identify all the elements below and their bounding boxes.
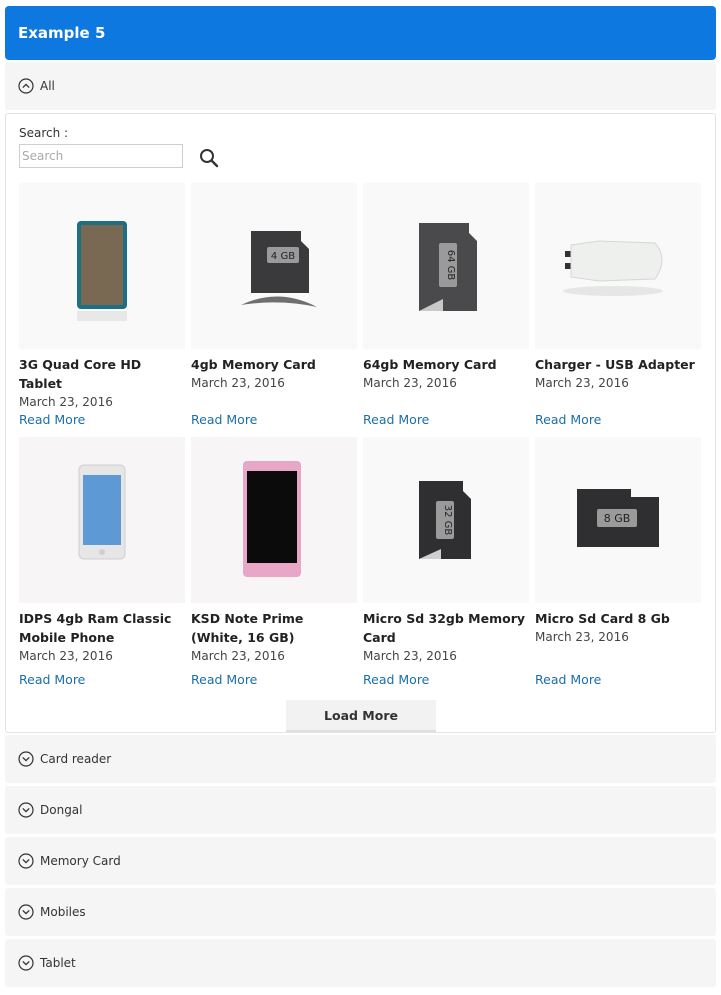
product-title[interactable]: Micro Sd 32gb Memory Card	[363, 609, 529, 647]
search-icon[interactable]	[198, 147, 220, 169]
chevron-down-icon	[18, 955, 34, 971]
product-image-ksd-phone[interactable]	[191, 437, 357, 603]
read-more-link[interactable]: Read More	[363, 412, 429, 427]
product-title[interactable]: 4gb Memory Card	[191, 355, 357, 374]
product-image-4gb-card[interactable]: 4 GB	[191, 183, 357, 349]
accordion-label: Card reader	[40, 752, 112, 766]
product-date: March 23, 2016	[19, 395, 113, 409]
product-card: IDPS 4gb Ram Classic Mobile Phone March …	[19, 437, 185, 687]
product-image-8gb-card[interactable]: 8 GB	[535, 437, 701, 603]
product-card: 8 GB Micro Sd Card 8 Gb March 23, 2016 R…	[535, 437, 701, 687]
page-header: Example 5	[5, 6, 716, 60]
accordion-all[interactable]: All	[5, 62, 716, 110]
read-more-link[interactable]: Read More	[19, 672, 85, 687]
chevron-down-icon	[18, 802, 34, 818]
accordion-card-reader[interactable]: Card reader	[5, 735, 716, 783]
read-more-link[interactable]: Read More	[191, 412, 257, 427]
accordion-label: Dongal	[40, 803, 83, 817]
accordion-tablet[interactable]: Tablet	[5, 939, 716, 987]
chevron-down-icon	[18, 904, 34, 920]
read-more-link[interactable]: Read More	[535, 412, 601, 427]
product-title[interactable]: KSD Note Prime (White, 16 GB)	[191, 609, 357, 647]
chevron-down-icon	[18, 751, 34, 767]
card-label: 4 GB	[271, 251, 295, 262]
accordion-label: Tablet	[40, 956, 76, 970]
product-title[interactable]: 64gb Memory Card	[363, 355, 529, 374]
accordion-label: All	[40, 79, 55, 93]
product-image-idps-phone[interactable]	[19, 437, 185, 603]
product-date: March 23, 2016	[363, 376, 457, 390]
product-card: KSD Note Prime (White, 16 GB) March 23, …	[191, 437, 357, 687]
chevron-down-icon	[18, 853, 34, 869]
card-label: 8 GB	[604, 512, 631, 525]
product-title[interactable]: Micro Sd Card 8 Gb	[535, 609, 701, 628]
accordion-dongal[interactable]: Dongal	[5, 786, 716, 834]
search-label: Search :	[19, 126, 69, 140]
load-more-button[interactable]: Load More	[286, 700, 436, 732]
product-image-64gb-card[interactable]: 64 GB	[363, 183, 529, 349]
page-title: Example 5	[18, 24, 106, 42]
accordion-label: Memory Card	[40, 854, 121, 868]
product-image-32gb-card[interactable]: 32 GB	[363, 437, 529, 603]
product-card: 64 GB 64gb Memory Card March 23, 2016 Re…	[363, 183, 529, 427]
product-card: 3G Quad Core HD Tablet March 23, 2016 Re…	[19, 183, 185, 427]
chevron-up-icon	[18, 78, 34, 94]
card-label: 32 GB	[442, 505, 453, 536]
product-card: Charger - USB Adapter March 23, 2016 Rea…	[535, 183, 701, 427]
read-more-link[interactable]: Read More	[363, 672, 429, 687]
product-date: March 23, 2016	[535, 630, 629, 644]
product-image-tablet[interactable]	[19, 183, 185, 349]
read-more-link[interactable]: Read More	[19, 412, 85, 427]
accordion-label: Mobiles	[40, 905, 86, 919]
card-label: 64 GB	[445, 250, 456, 281]
read-more-link[interactable]: Read More	[191, 672, 257, 687]
accordion-panel-all: Search : 3G Quad Core HD Tablet March 23…	[5, 113, 716, 733]
product-date: March 23, 2016	[191, 649, 285, 663]
read-more-link[interactable]: Read More	[535, 672, 601, 687]
search-input[interactable]	[19, 144, 183, 168]
product-date: March 23, 2016	[535, 376, 629, 390]
accordion-mobiles[interactable]: Mobiles	[5, 888, 716, 936]
product-date: March 23, 2016	[363, 649, 457, 663]
product-date: March 23, 2016	[191, 376, 285, 390]
accordion-memory-card[interactable]: Memory Card	[5, 837, 716, 885]
product-card: 32 GB Micro Sd 32gb Memory Card March 23…	[363, 437, 529, 687]
product-title[interactable]: 3G Quad Core HD Tablet	[19, 355, 185, 393]
product-image-charger[interactable]	[535, 183, 701, 349]
product-date: March 23, 2016	[19, 649, 113, 663]
product-card: 4 GB 4gb Memory Card March 23, 2016 Read…	[191, 183, 357, 427]
product-title[interactable]: Charger - USB Adapter	[535, 355, 701, 374]
product-title[interactable]: IDPS 4gb Ram Classic Mobile Phone	[19, 609, 185, 647]
